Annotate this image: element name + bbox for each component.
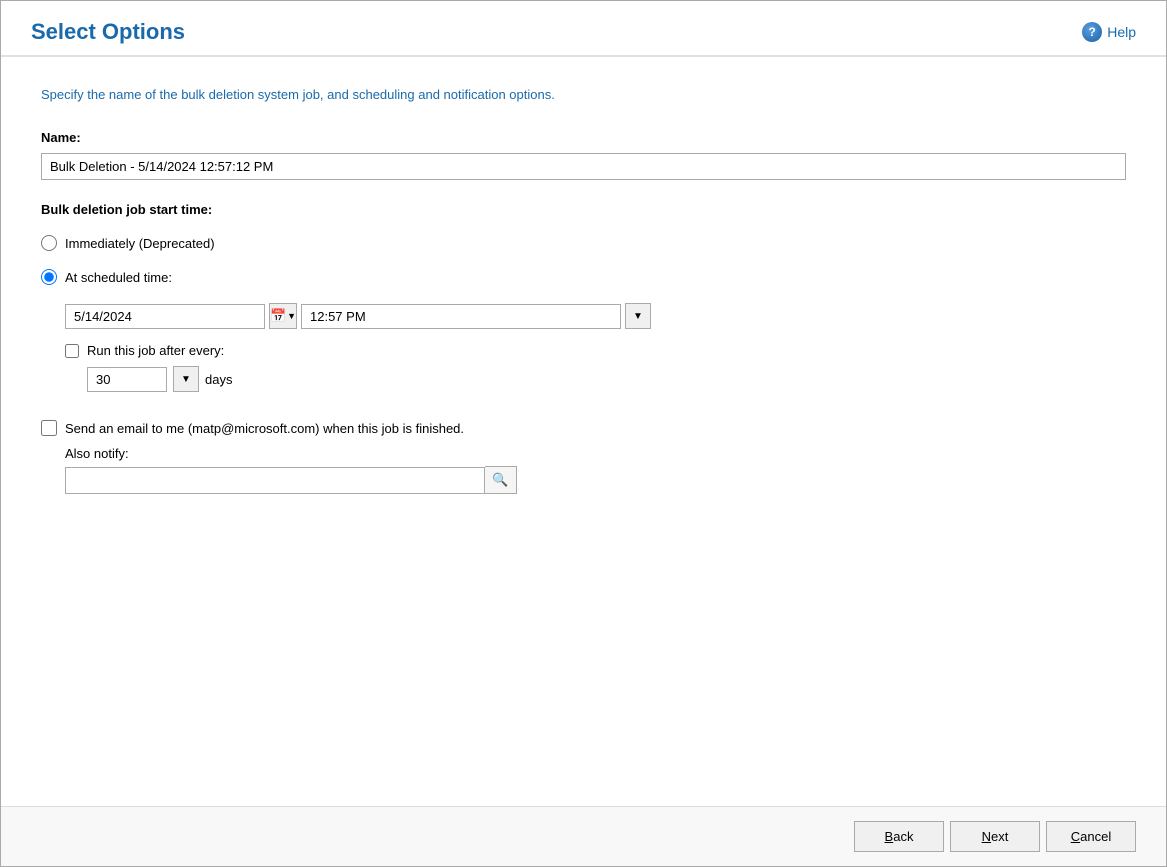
help-icon: ? (1082, 22, 1102, 42)
name-field-group: Name: (41, 130, 1126, 180)
run-job-row: Run this job after every: (65, 343, 1126, 358)
time-chevron-icon: ▼ (633, 311, 643, 322)
email-label[interactable]: Send an email to me (matp@microsoft.com)… (65, 421, 464, 436)
interval-chevron-icon: ▼ (181, 374, 191, 385)
scheduled-option: At scheduled time: (41, 269, 1126, 285)
dialog-footer: Back Next Cancel (1, 806, 1166, 866)
dialog-content: Specify the name of the bulk deletion sy… (1, 57, 1166, 806)
time-dropdown-button[interactable]: ▼ (625, 303, 651, 329)
email-checkbox-row: Send an email to me (matp@microsoft.com)… (41, 420, 1126, 436)
name-label: Name: (41, 130, 1126, 145)
scheduled-label[interactable]: At scheduled time: (65, 270, 172, 285)
also-notify-row: Also notify: 🔍 (65, 446, 1126, 494)
calendar-chevron-icon: ▼ (287, 311, 296, 321)
time-input[interactable] (301, 304, 621, 329)
start-time-group: Bulk deletion job start time: Immediatel… (41, 202, 1126, 392)
back-underline: Back (885, 829, 914, 844)
scheduled-radio[interactable] (41, 269, 57, 285)
run-job-checkbox[interactable] (65, 344, 79, 358)
start-time-label: Bulk deletion job start time: (41, 202, 1126, 217)
notify-input[interactable] (65, 467, 485, 494)
email-checkbox[interactable] (41, 420, 57, 436)
notify-input-row: 🔍 (65, 466, 1126, 494)
date-input[interactable] (65, 304, 265, 329)
notify-search-button[interactable]: 🔍 (485, 466, 517, 494)
select-options-dialog: Select Options ? Help Specify the name o… (0, 0, 1167, 867)
back-button[interactable]: Back (854, 821, 944, 852)
cancel-button[interactable]: Cancel (1046, 821, 1136, 852)
description-text: Specify the name of the bulk deletion sy… (41, 87, 1126, 102)
interval-dropdown-button[interactable]: ▼ (173, 366, 199, 392)
run-job-label[interactable]: Run this job after every: (87, 343, 224, 358)
page-title: Select Options (31, 19, 185, 45)
calendar-icon: 📅 (270, 308, 286, 324)
immediately-option: Immediately (Deprecated) (41, 235, 1126, 251)
immediately-radio[interactable] (41, 235, 57, 251)
scheduled-time-row: 📅 ▼ ▼ (65, 303, 1126, 329)
interval-input[interactable] (87, 367, 167, 392)
help-link[interactable]: ? Help (1082, 22, 1136, 42)
next-underline: Next (982, 829, 1009, 844)
calendar-button[interactable]: 📅 ▼ (269, 303, 297, 329)
help-label: Help (1107, 24, 1136, 40)
interval-row: ▼ days (87, 366, 1126, 392)
search-icon: 🔍 (492, 472, 508, 488)
next-button[interactable]: Next (950, 821, 1040, 852)
email-section: Send an email to me (matp@microsoft.com)… (41, 420, 1126, 494)
dialog-header: Select Options ? Help (1, 1, 1166, 57)
immediately-label[interactable]: Immediately (Deprecated) (65, 236, 215, 251)
days-label: days (205, 372, 232, 387)
cancel-underline: Cancel (1071, 829, 1111, 844)
name-input[interactable] (41, 153, 1126, 180)
also-notify-label: Also notify: (65, 446, 1126, 461)
